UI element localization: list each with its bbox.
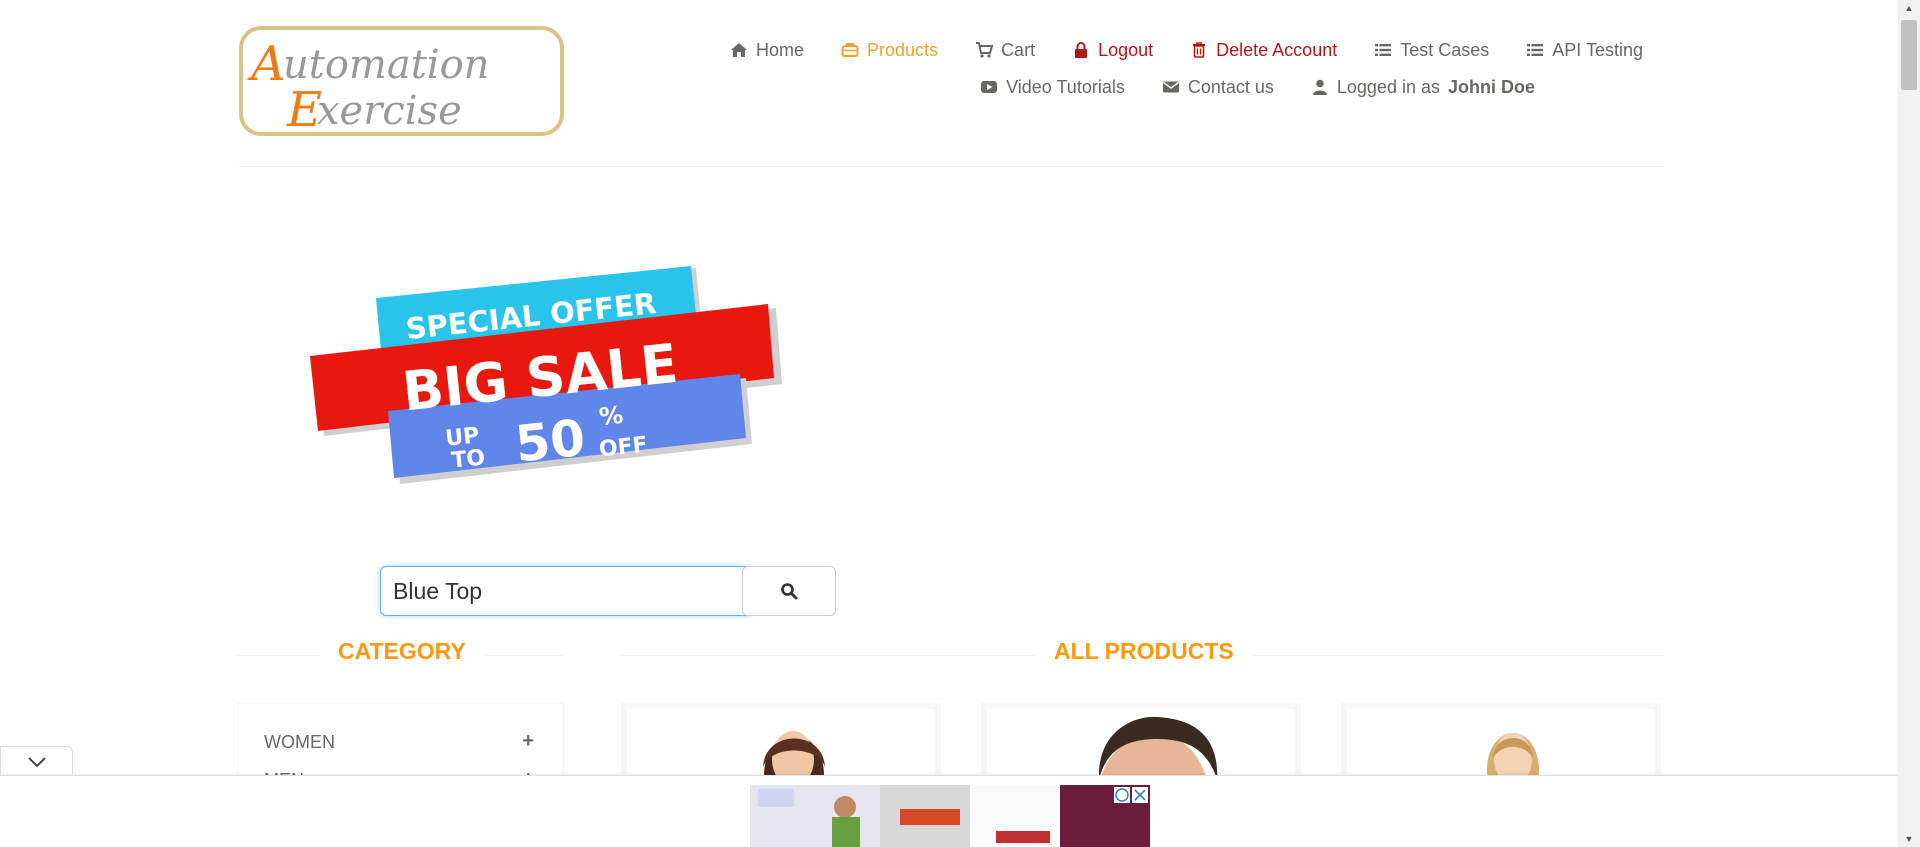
site-header: A utomation E xercise Home Products Cart [237,0,1663,167]
envelope-icon [1162,81,1179,93]
search-button[interactable] [742,566,836,616]
nav-home[interactable]: Home [730,38,804,62]
nav-test-cases-label: Test Cases [1400,40,1490,60]
scroll-thumb[interactable] [1901,20,1917,90]
main-nav: Home Products Cart Logout Delete Account [643,38,1643,99]
site-logo[interactable]: A utomation E xercise [239,26,564,136]
page: A utomation E xercise Home Products Cart [0,0,1898,847]
banner-off-text: OFF [598,433,649,463]
logged-in-username: Johni Doe [1447,77,1535,97]
nav-cart[interactable]: Cart [975,38,1035,62]
scroll-down-arrow-icon[interactable]: ▼ [1898,831,1920,847]
advertisement[interactable] [750,785,1150,847]
briefcase-icon [841,43,859,57]
scroll-up-arrow-icon[interactable]: ▲ [1898,0,1920,16]
logo-line2-rest: xercise [317,88,462,132]
ad-creative [750,785,1150,847]
search-input[interactable] [380,566,752,616]
nav-contact-us[interactable]: Contact us [1162,75,1274,99]
logged-in-label: Logged in as [1336,77,1440,97]
youtube-icon [981,81,998,93]
all-products-title: ALL PRODUCTS [1036,638,1252,665]
trash-icon [1193,42,1206,58]
nav-cart-label: Cart [1001,40,1036,60]
nav-products[interactable]: Products [841,38,938,62]
nav-delete-account[interactable]: Delete Account [1190,38,1337,62]
nav-products-label: Products [867,40,939,60]
special-offer-banner: SPECIAL OFFER BIG SALE UP TO 50 % OFF [306,266,796,491]
search-icon [781,583,798,600]
nav-video-tutorials[interactable]: Video Tutorials [980,75,1125,99]
plus-icon[interactable]: + [522,731,534,753]
nav-logout[interactable]: Logout [1072,38,1153,62]
nav-row-primary: Home Products Cart Logout Delete Account [643,38,1643,62]
ad-collapse-toggle[interactable] [0,746,73,776]
chevron-down-icon [27,756,46,767]
banner-percent-value: 50 [513,409,588,474]
nav-api-testing[interactable]: API Testing [1526,38,1643,62]
list-icon [1527,44,1544,56]
nav-row-secondary: Video Tutorials Contact us Logged in as … [643,75,1643,99]
list-icon [1375,44,1392,56]
category-item-women[interactable]: WOMEN + [264,731,534,753]
cart-icon [976,42,994,58]
nav-home-label: Home [756,40,805,60]
lock-icon [1075,42,1088,58]
page-scrollbar[interactable]: ▲ ▼ [1898,0,1920,847]
nav-logged-in-as: Logged in as Johni Doe [1311,75,1535,99]
home-icon [731,43,747,57]
banner-to-text: TO [450,445,486,473]
nav-contact-us-label: Contact us [1187,77,1274,97]
nav-logout-label: Logout [1098,40,1154,60]
user-icon [1312,79,1327,95]
category-title: CATEGORY [320,638,484,665]
nav-test-cases[interactable]: Test Cases [1374,38,1489,62]
banner-percent-sign: % [598,401,625,431]
nav-video-tutorials-label: Video Tutorials [1006,77,1125,97]
category-item-label: WOMEN [264,732,335,752]
nav-delete-account-label: Delete Account [1216,40,1338,60]
svg-text:A: A [247,36,286,92]
nav-api-testing-label: API Testing [1552,40,1643,60]
